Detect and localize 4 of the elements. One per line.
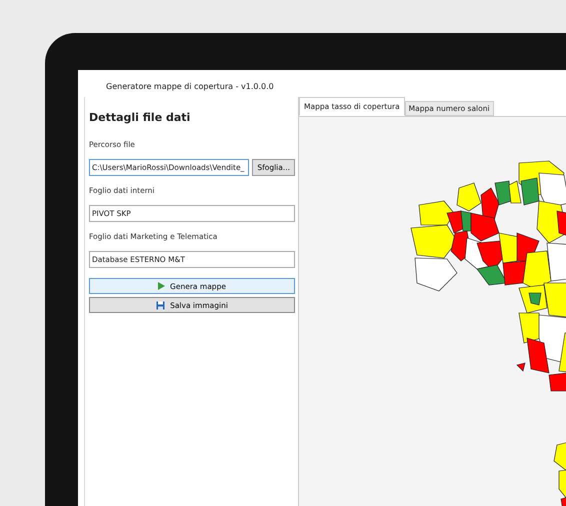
play-icon — [158, 282, 166, 290]
window-title: Generatore mappe di copertura - v1.0.0.0 — [105, 81, 275, 93]
section-heading: Dettagli file dati — [89, 111, 192, 124]
save-icon — [156, 300, 166, 310]
